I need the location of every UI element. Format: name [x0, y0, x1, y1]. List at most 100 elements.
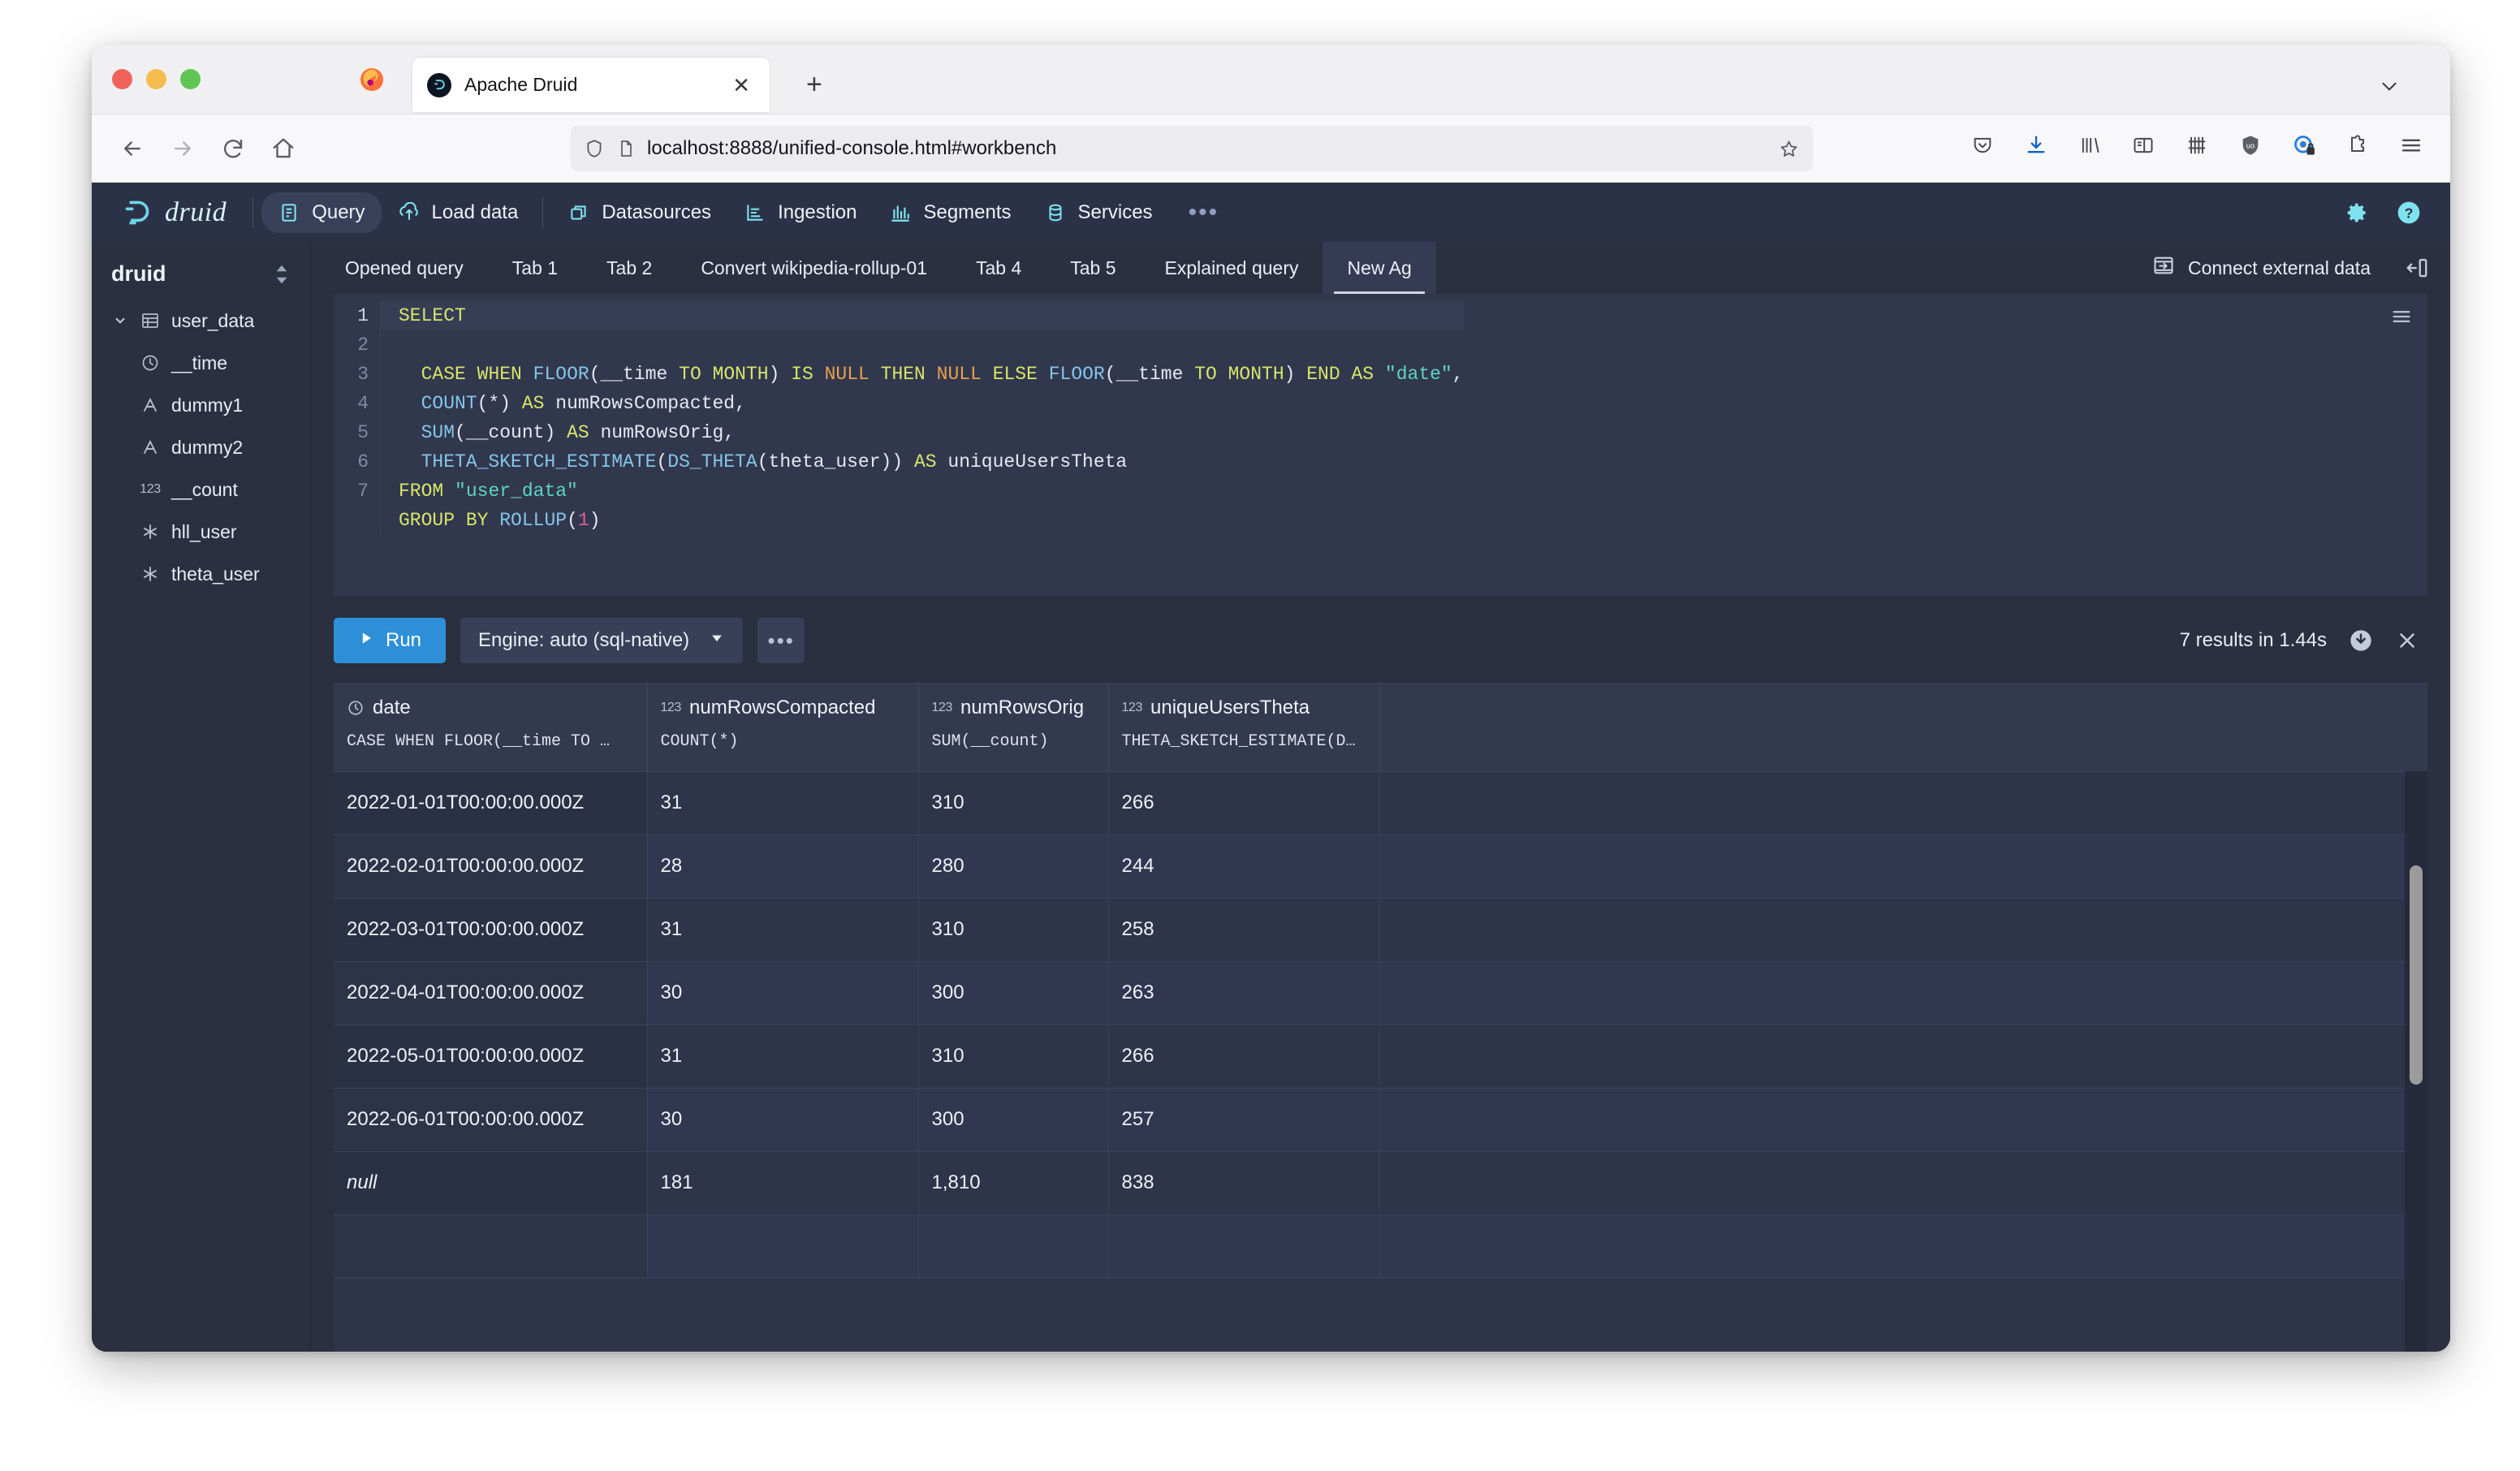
extension-icon[interactable] — [2340, 127, 2375, 163]
close-icon[interactable] — [2395, 628, 2419, 653]
ublock-icon[interactable]: uo — [2233, 127, 2268, 163]
gear-icon[interactable] — [2343, 199, 2371, 226]
engine-select[interactable]: Engine: auto (sql-native) — [460, 618, 743, 663]
line-number: 5 — [334, 418, 369, 447]
connect-external-data-button[interactable]: Connect external data — [2134, 254, 2388, 282]
privacy-badger-icon[interactable] — [2286, 127, 2322, 163]
results-column-expression: COUNT(*) — [661, 732, 905, 751]
results-scrollbar-track[interactable] — [2405, 771, 2427, 1352]
tree-item-user_data[interactable]: user_data — [92, 300, 310, 342]
query-tab-2[interactable]: Tab 2 — [582, 242, 676, 294]
table-row[interactable]: 2022-06-01T00:00:00.000Z 30 300 257 — [334, 1088, 2427, 1151]
tree-column-theta_user[interactable]: theta_user — [92, 553, 310, 595]
sql-code-area[interactable]: 1 2 3 4 5 6 7 SELECT CASE WHEN FLOOR(__t… — [334, 294, 2427, 535]
tree-column-label: __count — [171, 479, 238, 501]
app-menu-icon[interactable] — [2393, 127, 2429, 163]
library-icon[interactable] — [2072, 127, 2108, 163]
clock-icon — [139, 353, 162, 373]
firefox-logo-icon — [360, 67, 384, 92]
query-tab-5[interactable]: Tab 5 — [1046, 242, 1140, 294]
query-tab-explained-query[interactable]: Explained query — [1141, 242, 1323, 294]
query-more-button[interactable]: ••• — [757, 618, 805, 663]
containers-icon[interactable] — [2179, 127, 2215, 163]
close-tab-button[interactable]: ✕ — [727, 71, 755, 99]
results-column-date[interactable]: date CASE WHEN FLOOR(__time TO … — [334, 684, 647, 771]
reload-icon[interactable] — [212, 127, 254, 170]
nav-item-segments[interactable]: Segments — [873, 192, 1027, 233]
browser-tab[interactable]: Apache Druid ✕ — [412, 58, 770, 112]
run-button[interactable]: Run — [334, 618, 446, 663]
druid-console: druid Query Load data Datasou — [92, 183, 2450, 1352]
cell-filler — [1379, 1088, 2427, 1151]
table-row[interactable]: 2022-03-01T00:00:00.000Z 31 310 258 — [334, 898, 2427, 961]
nav-item-label: Datasources — [602, 201, 711, 224]
druid-wordmark: druid — [165, 197, 227, 228]
cell-numRowsOrig: 310 — [918, 898, 1108, 961]
page-info-icon[interactable] — [616, 139, 636, 158]
bookmark-star-icon[interactable] — [1778, 138, 1800, 160]
druid-logo[interactable]: druid — [119, 195, 227, 231]
tree-column-__time[interactable]: __time — [92, 342, 310, 384]
cell-date: null — [334, 1151, 647, 1214]
help-icon[interactable]: ? — [2395, 199, 2423, 226]
new-tab-button[interactable]: + — [806, 71, 822, 98]
nav-more-button[interactable]: ••• — [1174, 201, 1234, 225]
number-icon: 123 — [661, 701, 682, 715]
sort-updown-icon[interactable] — [273, 262, 291, 287]
minimize-window-button[interactable] — [146, 69, 166, 89]
query-tab-4[interactable]: Tab 4 — [951, 242, 1046, 294]
download-circle-icon[interactable] — [2348, 628, 2374, 654]
results-column-numRowsOrig[interactable]: 123 numRowsOrig SUM(__count) — [918, 684, 1108, 771]
cell-uniqueUsersTheta: 263 — [1108, 961, 1379, 1025]
query-tab-opened-query[interactable]: Opened query — [321, 242, 488, 294]
nav-item-services[interactable]: Services — [1028, 192, 1169, 233]
close-window-button[interactable] — [112, 69, 132, 89]
tree-column-__count[interactable]: 123 __count — [92, 468, 310, 511]
chevron-down-icon — [709, 629, 725, 652]
table-row[interactable]: 2022-04-01T00:00:00.000Z 30 300 263 — [334, 961, 2427, 1025]
svg-text:?: ? — [2405, 205, 2414, 221]
nav-item-datasources[interactable]: Datasources — [551, 192, 727, 233]
cell-numRowsCompacted: 181 — [647, 1151, 918, 1214]
editor-menu-icon[interactable] — [2390, 305, 2413, 332]
query-tab-new-ag[interactable]: New Ag — [1323, 242, 1435, 294]
datasources-icon — [567, 201, 590, 224]
tree-column-label: dummy1 — [171, 395, 243, 416]
tree-column-hll_user[interactable]: hll_user — [92, 511, 310, 553]
load-data-icon — [398, 201, 421, 224]
results-header-row: date CASE WHEN FLOOR(__time TO … 123 num… — [334, 684, 2427, 771]
cell-numRowsCompacted: 30 — [647, 1088, 918, 1151]
tree-column-dummy2[interactable]: dummy2 — [92, 426, 310, 468]
maximize-window-button[interactable] — [180, 69, 201, 89]
tree-column-dummy1[interactable]: dummy1 — [92, 384, 310, 426]
results-column-uniqueUsersTheta[interactable]: 123 uniqueUsersTheta THETA_SKETCH_ESTIMA… — [1108, 684, 1379, 771]
table-row[interactable]: 2022-05-01T00:00:00.000Z 31 310 266 — [334, 1025, 2427, 1088]
downloads-icon[interactable] — [2018, 127, 2054, 163]
results-column-filler — [1379, 684, 2427, 771]
nav-item-load-data[interactable]: Load data — [382, 192, 535, 233]
pocket-icon[interactable] — [1965, 127, 2000, 163]
table-row[interactable]: 2022-02-01T00:00:00.000Z 28 280 244 — [334, 835, 2427, 898]
results-column-numRowsCompacted[interactable]: 123 numRowsCompacted COUNT(*) — [647, 684, 918, 771]
string-icon — [139, 438, 162, 457]
home-icon[interactable] — [262, 127, 304, 170]
table-row[interactable]: 2022-01-01T00:00:00.000Z 31 310 266 — [334, 771, 2427, 835]
line-number: 7 — [334, 477, 369, 506]
nav-item-query[interactable]: Query — [261, 192, 381, 233]
cell-filler — [1379, 1151, 2427, 1214]
query-results-panel[interactable]: date CASE WHEN FLOOR(__time TO … 123 num… — [334, 683, 2427, 1352]
back-icon[interactable] — [111, 127, 153, 170]
sql-editor[interactable]: 1 2 3 4 5 6 7 SELECT CASE WHEN FLOOR(__t… — [334, 294, 2427, 596]
list-all-tabs-icon[interactable] — [2379, 75, 2400, 97]
nav-item-ingestion[interactable]: Ingestion — [727, 192, 873, 233]
sidebar-icon[interactable] — [2125, 127, 2161, 163]
query-tab-convert-wikipedia-rollup-01[interactable]: Convert wikipedia-rollup-01 — [676, 242, 951, 294]
chevron-down-icon[interactable] — [111, 313, 129, 328]
query-tab-1[interactable]: Tab 1 — [488, 242, 582, 294]
url-bar[interactable]: localhost:8888/unified-console.html#work… — [571, 126, 1813, 171]
results-scrollbar-thumb[interactable] — [2410, 865, 2423, 1085]
cell-uniqueUsersTheta: 244 — [1108, 835, 1379, 898]
table-row[interactable]: null 181 1,810 838 — [334, 1151, 2427, 1214]
forward-icon[interactable] — [162, 127, 204, 170]
collapse-panel-icon[interactable] — [2388, 256, 2436, 280]
